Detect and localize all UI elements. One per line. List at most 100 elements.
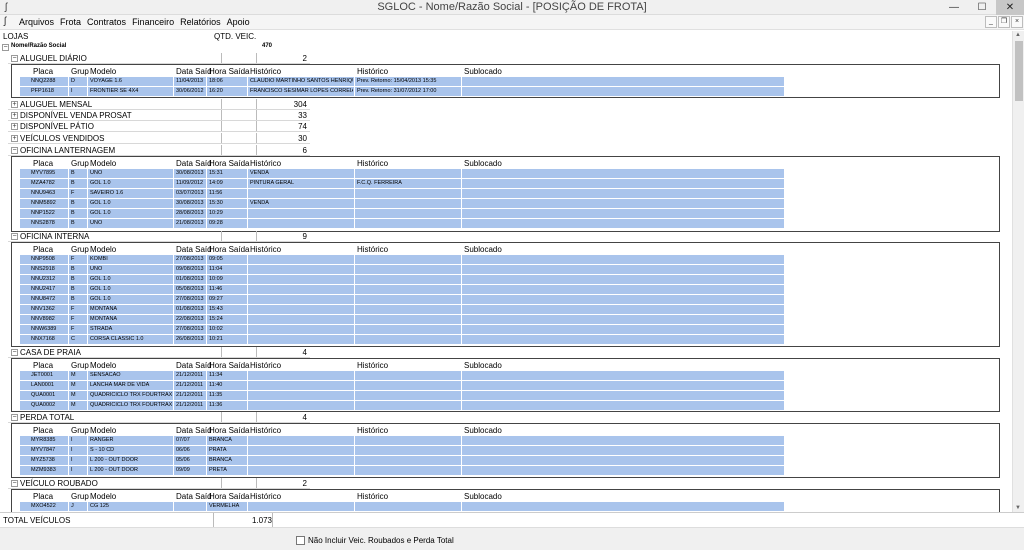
column-header-historico[interactable]: Histórico [250,67,281,76]
group-roubado[interactable]: − VEÍCULO ROUBADO 2 [8,478,310,489]
close-button[interactable]: ✕ [996,0,1024,15]
column-header-placa[interactable]: Placa [33,245,53,254]
column-header-sublocado[interactable]: Sublocado [464,492,502,501]
group-aluguel-mensal[interactable]: + ALUGUEL MENSAL 304 [8,99,310,110]
column-header-placa[interactable]: Placa [33,426,53,435]
mdi-minimize-icon[interactable]: _ [985,16,997,28]
table-row[interactable]: NNS2918 B UNO 09/08/2013 11:04 [20,265,784,275]
menu-contratos[interactable]: Contratos [87,17,126,27]
app-menu-icon[interactable]: ʃ [4,16,6,27]
expand-icon[interactable]: + [11,112,18,119]
group-interna[interactable]: − OFICINA INTERNA 9 [8,231,310,242]
group-disp-venda[interactable]: + DISPONÍVEL VENDA PROSAT 33 [8,110,310,121]
exclude-stolen-checkbox[interactable] [296,536,305,545]
column-header-modelo[interactable]: Modelo [90,67,116,76]
collapse-icon[interactable]: − [11,147,18,154]
group-disp-patio[interactable]: + DISPONÍVEL PÁTIO 74 [8,121,310,132]
column-header-data-saida[interactable]: Data Saíd [176,67,212,76]
column-header-data-saida[interactable]: Data Saíd [176,426,212,435]
column-header-modelo[interactable]: Modelo [90,159,116,168]
collapse-icon[interactable]: − [11,233,18,240]
column-header-sublocado[interactable]: Sublocado [464,426,502,435]
group-praia[interactable]: − CASA DE PRAIA 4 [8,347,310,358]
column-header-hora-saida[interactable]: Hora Saída [209,67,249,76]
maximize-button[interactable]: ☐ [968,0,996,15]
column-header-placa[interactable]: Placa [33,492,53,501]
table-row[interactable]: NNM5892 B GOL 1.0 30/08/2013 15:30 VENDA [20,199,784,209]
column-header-hora-saida[interactable]: Hora Saída [209,361,249,370]
menu-apoio[interactable]: Apoio [227,17,250,27]
expand-icon[interactable]: + [11,123,18,130]
column-header-historico-2[interactable]: Histórico [357,67,388,76]
table-row[interactable]: NNX7168 C CORSA CLASSIC 1.0 26/08/2013 10:21 [20,335,784,345]
table-row[interactable]: MYZ5738 I L 200 - OUT DOOR 05/06 BRANCA [20,456,784,466]
column-header-placa[interactable]: Placa [33,159,53,168]
column-header-modelo[interactable]: Modelo [90,361,116,370]
table-row[interactable]: NNU9463 F SAVEIRO 1.6 03/07/2013 11:56 [20,189,784,199]
column-header-historico-2[interactable]: Histórico [357,159,388,168]
group-perda[interactable]: − PERDA TOTAL 4 [8,412,310,423]
group-vendidos[interactable]: + VEÍCULOS VENDIDOS 30 [8,133,310,144]
table-row[interactable]: NNU8472 B GOL 1.0 27/08/2013 09:27 [20,295,784,305]
table-row[interactable]: MYV7895 B UNO 30/08/2013 15:31 VENDA [20,169,784,179]
column-header-placa[interactable]: Placa [33,361,53,370]
collapse-icon[interactable]: − [11,55,18,62]
table-row[interactable]: PFP1618 I FRONTIER SE 4X4 30/06/2012 16:20 FR… [20,87,784,97]
column-header-grup[interactable]: Grup [71,245,89,254]
column-header-historico-2[interactable]: Histórico [357,245,388,254]
column-header-grup[interactable]: Grup [71,492,89,501]
scroll-down-icon[interactable]: ▼ [1015,505,1021,511]
table-row[interactable]: MZA4782 B GOL 1.0 11/09/2012 14:09 PINTURA GE… [20,179,784,189]
column-header-data-saida[interactable]: Data Saíd [176,159,212,168]
column-header-historico-2[interactable]: Histórico [357,492,388,501]
column-header-grup[interactable]: Grup [71,426,89,435]
table-row[interactable]: JET0001 M SENSACAO 21/12/2011 11:34 [20,371,784,381]
minimize-button[interactable]: — [940,0,968,15]
table-row[interactable]: LAN0001 M LANCHA MAR DE VIDA 21/12/2011 11:4… [20,381,784,391]
table-row[interactable]: MYV7847 I S - 10 CD 06/06 PRATA [20,446,784,456]
collapse-icon[interactable]: − [11,414,18,421]
column-header-hora-saida[interactable]: Hora Saída [209,159,249,168]
column-header-modelo[interactable]: Modelo [90,426,116,435]
scroll-thumb[interactable] [1015,41,1023,101]
table-row[interactable]: NNU2312 B GOL 1.0 01/08/2013 10:09 [20,275,784,285]
column-header-sublocado[interactable]: Sublocado [464,67,502,76]
column-header-historico[interactable]: Histórico [250,159,281,168]
mdi-restore-icon[interactable]: ❐ [998,16,1010,28]
column-header-grup[interactable]: Grup [71,361,89,370]
table-row[interactable]: NNV8982 F MONTANA 22/08/2013 15:24 [20,315,784,325]
column-header-sublocado[interactable]: Sublocado [464,361,502,370]
table-row[interactable]: MXO4522 J CG 125 VERMELHA [20,502,784,512]
column-header-historico[interactable]: Histórico [250,245,281,254]
vertical-scrollbar[interactable]: ▲ ▼ [1012,31,1024,512]
column-header-grup[interactable]: Grup [71,67,89,76]
table-row[interactable]: QUA0001 M QUADRICICLO TRX FOURTRAX 21/12/20… [20,391,784,401]
table-row[interactable]: NNU2417 B GOL 1.0 05/08/2013 11:46 [20,285,784,295]
expand-icon[interactable]: + [11,101,18,108]
scroll-up-icon[interactable]: ▲ [1015,32,1021,38]
column-header-data-saida[interactable]: Data Saíd [176,361,212,370]
table-row[interactable]: QUA0002 M QUADRICICLO TRX FOURTRAX 21/12/20… [20,401,784,411]
column-header-historico[interactable]: Histórico [250,361,281,370]
column-header-sublocado[interactable]: Sublocado [464,245,502,254]
mdi-close-icon[interactable]: × [1011,16,1023,28]
column-header-historico[interactable]: Histórico [250,492,281,501]
column-header-grup[interactable]: Grup [71,159,89,168]
column-header-historico-2[interactable]: Histórico [357,426,388,435]
column-header-placa[interactable]: Placa [33,67,53,76]
column-header-hora-saida[interactable]: Hora Saída [209,492,249,501]
collapse-icon[interactable]: − [11,480,18,487]
collapse-icon[interactable]: − [11,349,18,356]
group-lanternagem[interactable]: − OFICINA LANTERNAGEM 6 [8,145,310,156]
menu-arquivos[interactable]: Arquivos [19,17,54,27]
table-row[interactable]: NNP9508 F KOMBI 27/08/2013 09:05 [20,255,784,265]
column-header-hora-saida[interactable]: Hora Saída [209,426,249,435]
group-aluguel-diario[interactable]: − ALUGUEL DIÁRIO 2 [8,53,310,64]
menu-frota[interactable]: Frota [60,17,81,27]
column-header-sublocado[interactable]: Sublocado [464,159,502,168]
collapse-icon[interactable]: − [2,44,9,51]
table-row[interactable]: NNV1362 F MONTANA 01/08/2013 15:43 [20,305,784,315]
table-row[interactable]: MYR8385 I RANGER 07/07 BRANCA [20,436,784,446]
table-row[interactable]: NNW6389 F STRADA 27/08/2013 10:02 [20,325,784,335]
column-header-modelo[interactable]: Modelo [90,492,116,501]
